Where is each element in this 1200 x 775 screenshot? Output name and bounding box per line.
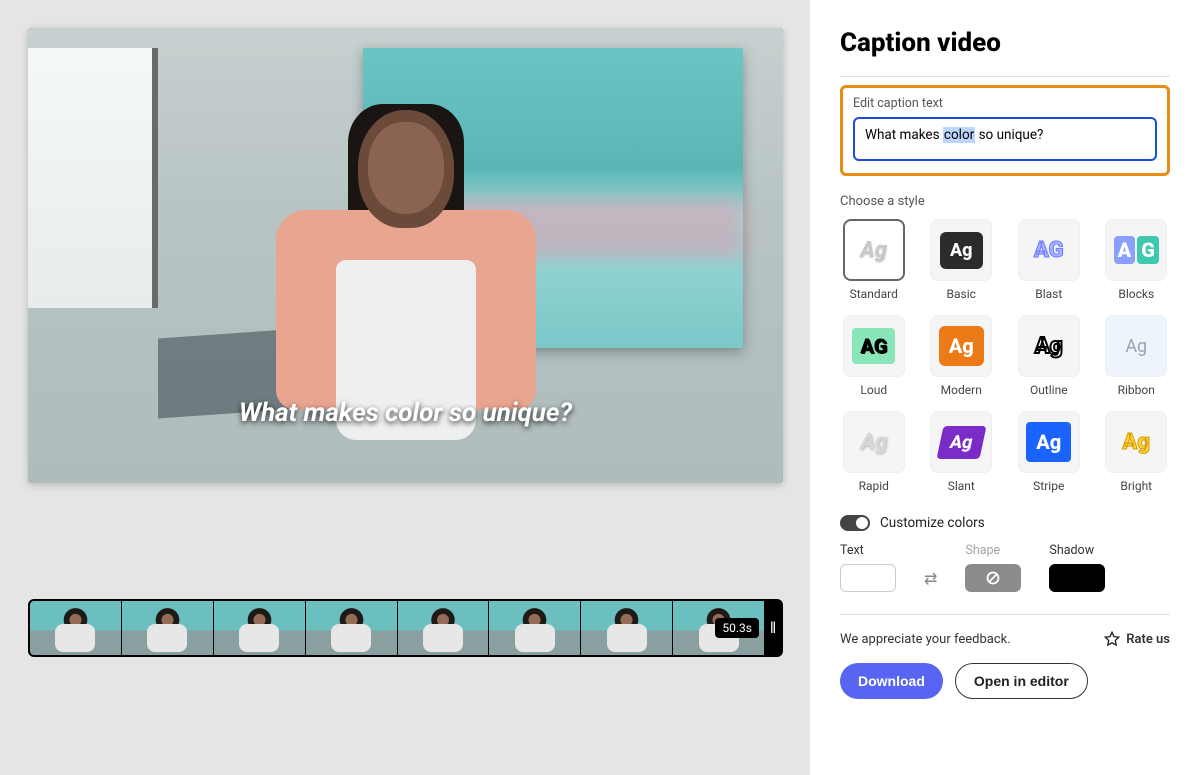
style-option-rapid[interactable]: Ag Rapid	[840, 411, 908, 493]
style-name-label: Stripe	[1033, 479, 1064, 493]
style-tile: Ag	[1105, 315, 1167, 377]
text-color-swatch[interactable]	[840, 564, 896, 592]
style-tile: Ag	[1105, 411, 1167, 473]
style-option-ribbon[interactable]: Ag Ribbon	[1103, 315, 1171, 397]
style-tile: Ag	[843, 219, 905, 281]
timeline-thumb[interactable]	[489, 601, 581, 655]
action-buttons: Download Open in editor	[840, 663, 1170, 699]
customize-colors-toggle[interactable]	[840, 515, 870, 531]
shadow-color-swatch[interactable]	[1049, 564, 1105, 592]
timeline[interactable]: 50.3s ‖	[28, 599, 783, 657]
timeline-thumb[interactable]	[581, 601, 673, 655]
timeline-thumb[interactable]	[398, 601, 490, 655]
panel-footer: We appreciate your feedback. Rate us Dow…	[840, 614, 1170, 699]
swap-colors-icon[interactable]: ⇄	[924, 569, 937, 588]
download-button[interactable]: Download	[840, 663, 943, 699]
text-color-label: Text	[840, 543, 864, 558]
style-name-label: Standard	[850, 287, 898, 301]
style-name-label: Blast	[1035, 287, 1062, 301]
style-tile: Ag	[843, 411, 905, 473]
shape-color-label: Shape	[965, 543, 1000, 558]
no-color-icon	[985, 570, 1001, 586]
style-option-outline[interactable]: Ag Outline	[1015, 315, 1083, 397]
color-row: Text ⇄ Shape Shadow	[840, 543, 1170, 592]
style-name-label: Loud	[860, 383, 887, 397]
style-option-standard[interactable]: Ag Standard	[840, 219, 908, 301]
style-option-slant[interactable]: Ag Slant	[928, 411, 996, 493]
style-tile: Ag	[1018, 411, 1080, 473]
style-name-label: Basic	[947, 287, 976, 301]
style-name-label: Ribbon	[1118, 383, 1155, 397]
open-in-editor-button[interactable]: Open in editor	[955, 663, 1088, 699]
style-option-stripe[interactable]: Ag Stripe	[1015, 411, 1083, 493]
style-name-label: Outline	[1030, 383, 1068, 397]
style-name-label: Modern	[941, 383, 982, 397]
shape-color-swatch[interactable]	[965, 564, 1021, 592]
app-root: What makes color so unique? 50.3s ‖ Capti…	[0, 0, 1200, 775]
style-tile: AG	[843, 315, 905, 377]
style-option-blast[interactable]: AG Blast	[1015, 219, 1083, 301]
style-name-label: Blocks	[1118, 287, 1154, 301]
style-tile: Ag	[930, 219, 992, 281]
style-tile: Ag	[930, 411, 992, 473]
style-grid: Ag Standard Ag Basic AG Blast AG Blocks AG Loud Ag…	[840, 219, 1170, 493]
caption-text-input[interactable]: What makes color so unique?	[853, 117, 1157, 161]
timeline-thumb[interactable]	[306, 601, 398, 655]
video-preview[interactable]: What makes color so unique?	[28, 28, 783, 483]
customize-colors-row: Customize colors	[840, 515, 1170, 531]
star-icon	[1104, 631, 1120, 647]
feedback-row: We appreciate your feedback. Rate us	[840, 631, 1170, 647]
caption-panel: Caption video Edit caption text What mak…	[810, 0, 1200, 775]
shape-color-col: Shape	[965, 543, 1021, 592]
style-name-label: Bright	[1120, 479, 1152, 493]
timeline-thumb[interactable]	[214, 601, 306, 655]
customize-colors-label: Customize colors	[880, 515, 985, 531]
panel-title: Caption video	[840, 28, 1170, 58]
edit-caption-highlight: Edit caption text What makes color so un…	[840, 85, 1170, 176]
style-name-label: Rapid	[859, 479, 889, 493]
style-option-basic[interactable]: Ag Basic	[928, 219, 996, 301]
shadow-color-label: Shadow	[1049, 543, 1094, 558]
style-tile: AG	[1105, 219, 1167, 281]
shadow-color-col: Shadow	[1049, 543, 1105, 592]
preview-column: What makes color so unique? 50.3s ‖	[0, 0, 810, 775]
style-tile: Ag	[930, 315, 992, 377]
text-color-col: Text	[840, 543, 896, 592]
divider	[840, 76, 1170, 77]
style-tile: AG	[1018, 219, 1080, 281]
style-tile: Ag	[1018, 315, 1080, 377]
timeline-end-handle[interactable]: ‖	[765, 601, 781, 655]
feedback-text: We appreciate your feedback.	[840, 632, 1011, 647]
video-frame	[28, 28, 783, 483]
style-name-label: Slant	[948, 479, 975, 493]
edit-caption-label: Edit caption text	[853, 96, 1157, 111]
rate-us-label: Rate us	[1126, 632, 1170, 647]
rate-us-button[interactable]: Rate us	[1104, 631, 1170, 647]
style-option-loud[interactable]: AG Loud	[840, 315, 908, 397]
style-option-modern[interactable]: Ag Modern	[928, 315, 996, 397]
timeline-thumb[interactable]	[122, 601, 214, 655]
style-option-bright[interactable]: Ag Bright	[1103, 411, 1171, 493]
choose-style-label: Choose a style	[840, 194, 1170, 209]
style-option-blocks[interactable]: AG Blocks	[1103, 219, 1171, 301]
timeline-duration-badge: 50.3s	[715, 618, 759, 638]
timeline-thumb[interactable]	[30, 601, 122, 655]
